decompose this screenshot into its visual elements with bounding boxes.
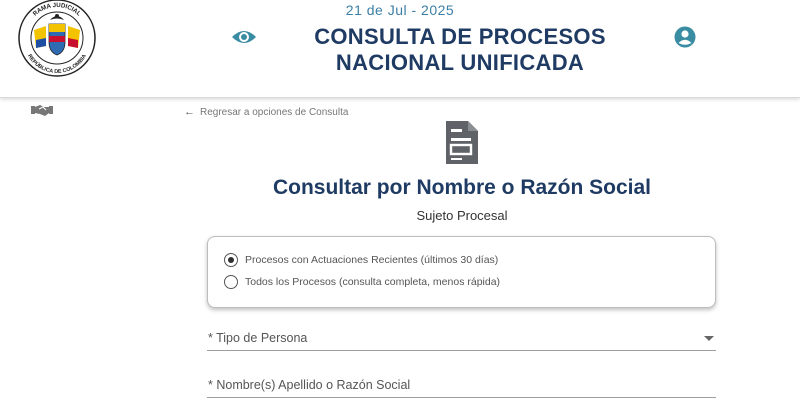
option-recent-processes[interactable]: Procesos con Actuaciones Recientes (últi… [224,253,498,267]
app-title-line-2: NACIONAL UNIFICADA [335,50,585,75]
radio-button-checked[interactable] [224,253,238,267]
back-link[interactable]: ← Regresar a opciones de Consulta [184,106,348,118]
document-icon [446,121,478,164]
option-all-processes-label: Todos los Procesos (consulta completa, m… [245,276,501,288]
tipo-persona-label: * Tipo de Persona [208,331,308,345]
option-all-processes[interactable]: Todos los Procesos (consulta completa, m… [224,275,500,289]
page-title: Consultar por Nombre o Razón Social [272,176,652,199]
arrow-left-icon: ← [184,106,195,118]
tipo-persona-select[interactable]: * Tipo de Persona [207,327,716,351]
nombre-razon-social-label: * Nombre(s) Apellido o Razón Social [208,378,411,392]
back-link-label: Regresar a opciones de Consulta [200,106,349,118]
user-account-icon[interactable] [674,26,696,48]
handshake-icon[interactable] [31,102,53,118]
radio-button-unchecked[interactable] [224,275,238,289]
page-subtitle: Sujeto Procesal [416,208,508,223]
current-date: 21 de Jul - 2025 [345,2,455,18]
page-header: RAMA JUDICIAL REPÚBLICA DE COLOMBIA 21 d… [0,0,800,98]
option-recent-processes-label: Procesos con Actuaciones Recientes (últi… [245,254,499,266]
search-scope-options: Procesos con Actuaciones Recientes (últi… [207,236,716,308]
nombre-razon-social-input[interactable]: * Nombre(s) Apellido o Razón Social [207,374,716,398]
dropdown-caret-icon [704,336,714,341]
